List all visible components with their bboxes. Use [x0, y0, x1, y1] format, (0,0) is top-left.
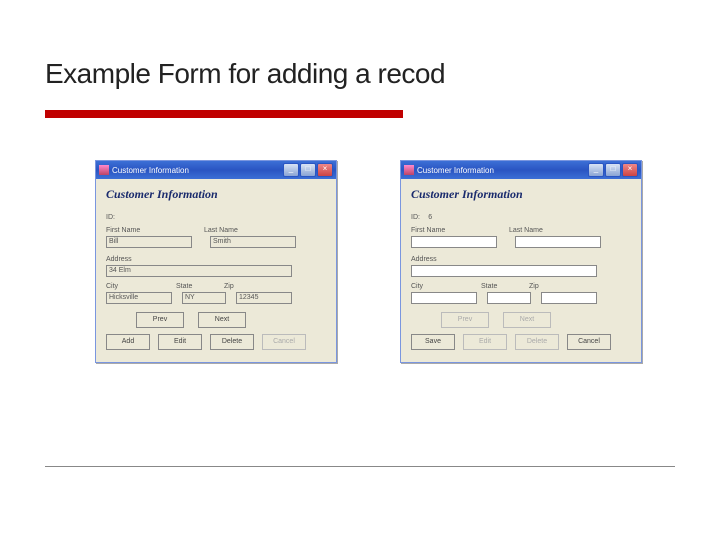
titlebar: Customer Information _ □ × [96, 161, 336, 179]
city-field[interactable] [411, 292, 477, 304]
slide-title: Example Form for adding a recod [45, 58, 445, 90]
zip-label: Zip [529, 283, 539, 290]
id-value: 6 [428, 214, 432, 221]
maximize-button[interactable]: □ [605, 163, 621, 177]
next-button[interactable]: Next [503, 312, 551, 328]
customer-form-populated: Customer Information _ □ × Customer Info… [95, 160, 337, 363]
delete-button[interactable]: Delete [210, 334, 254, 350]
maximize-button[interactable]: □ [300, 163, 316, 177]
window-title: Customer Information [417, 166, 588, 175]
customer-form-empty: Customer Information _ □ × Customer Info… [400, 160, 642, 363]
city-field[interactable]: Hicksville [106, 292, 172, 304]
first-name-field[interactable] [411, 236, 497, 248]
save-button[interactable]: Save [411, 334, 455, 350]
prev-button[interactable]: Prev [136, 312, 184, 328]
last-name-label: Last Name [204, 227, 238, 234]
prev-button[interactable]: Prev [441, 312, 489, 328]
zip-label: Zip [224, 283, 234, 290]
edit-button[interactable]: Edit [158, 334, 202, 350]
title-underline [45, 110, 403, 118]
id-label: ID: [411, 214, 420, 221]
address-field[interactable] [411, 265, 597, 277]
state-field[interactable] [487, 292, 531, 304]
last-name-field[interactable] [515, 236, 601, 248]
last-name-label: Last Name [509, 227, 543, 234]
cancel-button[interactable]: Cancel [262, 334, 306, 350]
first-name-label: First Name [411, 227, 491, 234]
app-icon [99, 165, 109, 175]
edit-button[interactable]: Edit [463, 334, 507, 350]
state-label: State [176, 283, 214, 290]
form-heading: Customer Information [411, 187, 631, 202]
id-label: ID: [106, 214, 115, 221]
delete-button[interactable]: Delete [515, 334, 559, 350]
city-label: City [411, 283, 471, 290]
form-heading: Customer Information [106, 187, 326, 202]
state-field[interactable]: NY [182, 292, 226, 304]
footer-rule [45, 466, 675, 467]
cancel-button[interactable]: Cancel [567, 334, 611, 350]
add-button[interactable]: Add [106, 334, 150, 350]
minimize-button[interactable]: _ [283, 163, 299, 177]
address-field[interactable]: 34 Elm [106, 265, 292, 277]
address-label: Address [411, 256, 437, 263]
close-button[interactable]: × [622, 163, 638, 177]
address-label: Address [106, 256, 132, 263]
titlebar: Customer Information _ □ × [401, 161, 641, 179]
window-title: Customer Information [112, 166, 283, 175]
last-name-field[interactable]: Smith [210, 236, 296, 248]
city-label: City [106, 283, 166, 290]
minimize-button[interactable]: _ [588, 163, 604, 177]
zip-field[interactable] [541, 292, 597, 304]
first-name-field[interactable]: Bill [106, 236, 192, 248]
first-name-label: First Name [106, 227, 186, 234]
app-icon [404, 165, 414, 175]
state-label: State [481, 283, 519, 290]
zip-field[interactable]: 12345 [236, 292, 292, 304]
close-button[interactable]: × [317, 163, 333, 177]
next-button[interactable]: Next [198, 312, 246, 328]
